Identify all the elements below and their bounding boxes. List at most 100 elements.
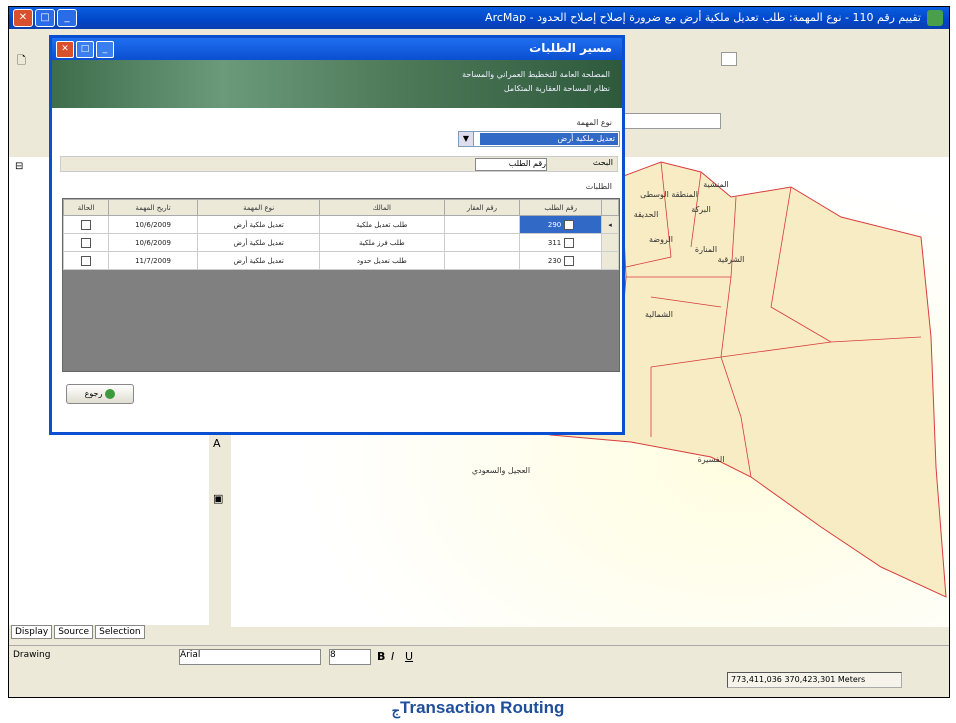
arcmap-window: ✕ □ _ تقييم رقم 110 - نوع المهمة: طلب تع…	[8, 6, 950, 698]
status-checkbox[interactable]	[80, 255, 91, 266]
search-label: البحث	[592, 158, 613, 167]
frame-icon[interactable]: ▣	[213, 492, 223, 505]
minimize-window-button[interactable]: _	[57, 9, 77, 27]
bold-button[interactable]: B	[377, 650, 385, 663]
cell-status[interactable]	[63, 233, 109, 252]
status-checkbox[interactable]	[80, 219, 91, 230]
cell-status[interactable]	[63, 251, 109, 270]
request-number: 230	[547, 256, 562, 265]
row-checkbox[interactable]	[563, 237, 574, 248]
column-header[interactable]: رقم العقار	[443, 199, 521, 216]
map-label: المنشية	[703, 180, 729, 189]
tab-source[interactable]: Source	[54, 625, 94, 639]
font-size-dropdown[interactable]: 8	[329, 649, 371, 665]
back-button-label: رجوع	[84, 389, 103, 398]
window-titlebar: ✕ □ _ تقييم رقم 110 - نوع المهمة: طلب تع…	[9, 7, 949, 29]
row-checkbox[interactable]	[563, 255, 574, 266]
column-header[interactable]: رقم الطلب	[519, 199, 602, 216]
caption-text: Transaction Routing	[400, 698, 565, 717]
drawing-menu[interactable]: Drawing	[13, 650, 50, 660]
back-arrow-icon	[105, 388, 116, 399]
tab-selection[interactable]: Selection	[95, 625, 145, 639]
map-label: المنارة	[695, 245, 717, 254]
dialog-controls: ✕ □ _	[56, 41, 114, 58]
cell-date[interactable]: 10/6/2009	[107, 215, 199, 234]
toc-tabs: Display Source Selection	[9, 625, 209, 643]
cell-request-number[interactable]: 290	[519, 215, 602, 234]
banner-line-1: المصلحة العامة للتخطيط العمراني والمساحة	[462, 70, 610, 79]
row-header-cell	[601, 199, 619, 216]
requests-grid: رقم الطلب رقم العقار المالك نوع المهمة ت…	[62, 198, 620, 372]
cell-task-type[interactable]: تعديل ملكية أرض	[197, 251, 321, 270]
cell-property-number[interactable]	[443, 233, 521, 252]
drawing-toolbar: Drawing Arial 8 B I U	[9, 645, 949, 668]
search-bar: البحث رقم الطلب	[60, 156, 618, 172]
search-input[interactable]: رقم الطلب	[475, 158, 547, 171]
cell-property-number[interactable]	[443, 215, 521, 234]
map-label: البركة	[691, 205, 711, 214]
task-type-value: تعديل ملكية أرض	[480, 133, 618, 145]
status-checkbox[interactable]	[80, 237, 91, 248]
cell-task-type[interactable]: تعديل ملكية أرض	[197, 233, 321, 252]
tab-display[interactable]: Display	[11, 625, 53, 639]
column-header[interactable]: نوع المهمة	[197, 199, 321, 216]
column-header[interactable]: تاريخ المهمة	[107, 199, 199, 216]
cell-request-number[interactable]: 311	[519, 233, 602, 252]
cell-owner[interactable]: طلب تعديل حدود	[319, 251, 445, 270]
map-label: الشرقية	[718, 255, 745, 264]
window-title: تقييم رقم 110 - نوع المهمة: طلب تعديل مل…	[485, 11, 921, 24]
text-tool-icon[interactable]: A	[213, 437, 221, 450]
figure-caption: جTransaction Routing	[0, 698, 956, 719]
new-document-icon[interactable]: 🗋	[17, 52, 26, 71]
target-layer-dropdown[interactable]	[619, 113, 721, 129]
row-checkbox[interactable]	[563, 219, 574, 230]
chevron-down-icon[interactable]: ▼	[459, 132, 474, 146]
cell-request-number[interactable]: 230	[519, 251, 602, 270]
request-number: 290	[547, 220, 562, 229]
column-header[interactable]: الحالة	[63, 199, 109, 216]
table-row[interactable]: 311 طلب فرز ملكية تعديل ملكية أرض 10/6/2…	[63, 233, 619, 252]
requests-table: رقم الطلب رقم العقار المالك نوع المهمة ت…	[63, 199, 619, 270]
table-row[interactable]: ◂ 290 طلب تعديل ملكية تعديل ملكية أرض 10…	[63, 215, 619, 234]
cell-date[interactable]: 11/7/2009	[107, 251, 199, 270]
row-selector[interactable]	[601, 251, 619, 270]
task-type-dropdown[interactable]: ▼ تعديل ملكية أرض	[458, 131, 620, 147]
banner-line-2: نظام المساحة العقارية المتكامل	[503, 84, 610, 93]
dialog-close-button[interactable]: ✕	[56, 41, 74, 58]
map-label: الفسيرة	[698, 455, 725, 464]
map-label: الشمالية	[645, 310, 673, 319]
request-number: 311	[547, 238, 562, 247]
cell-status[interactable]	[63, 215, 109, 234]
dialog-titlebar: ✕ □ _ مسير الطلبات	[52, 38, 622, 60]
cell-owner[interactable]: طلب تعديل ملكية	[319, 215, 445, 234]
map-label: الروضة	[649, 235, 673, 244]
request-routing-dialog: ✕ □ _ مسير الطلبات المصلحة العامة للتخطي…	[49, 35, 625, 435]
row-selector[interactable]	[601, 233, 619, 252]
map-label: الحديقة	[634, 210, 659, 219]
coordinate-readout: 773,411,036 370,423,301 Meters	[727, 672, 902, 688]
scale-dropdown[interactable]	[721, 52, 737, 66]
app-icon	[927, 10, 943, 26]
dialog-maximize-button[interactable]: □	[76, 41, 94, 58]
cell-property-number[interactable]	[443, 251, 521, 270]
map-label: المنطقة الوسطى	[640, 190, 698, 199]
dialog-banner: المصلحة العامة للتخطيط العمراني والمساحة…	[52, 60, 622, 108]
map-label: العجيل والسعودي	[472, 466, 530, 475]
table-row[interactable]: 230 طلب تعديل حدود تعديل ملكية أرض 11/7/…	[63, 251, 619, 270]
maximize-window-button[interactable]: □	[35, 9, 55, 27]
dialog-minimize-button[interactable]: _	[96, 41, 114, 58]
cell-owner[interactable]: طلب فرز ملكية	[319, 233, 445, 252]
cell-date[interactable]: 10/6/2009	[107, 233, 199, 252]
table-header: رقم الطلب رقم العقار المالك نوع المهمة ت…	[63, 199, 619, 216]
row-selector[interactable]: ◂	[601, 215, 619, 234]
font-name-dropdown[interactable]: Arial	[179, 649, 321, 665]
window-controls: ✕ □ _	[13, 9, 77, 27]
cell-task-type[interactable]: تعديل ملكية أرض	[197, 215, 321, 234]
underline-button[interactable]: U	[405, 650, 413, 663]
close-window-button[interactable]: ✕	[13, 9, 33, 27]
back-button[interactable]: رجوع	[66, 384, 134, 404]
italic-button[interactable]: I	[391, 650, 394, 663]
column-header[interactable]: المالك	[319, 199, 445, 216]
layers-icon[interactable]: ⊟	[15, 161, 23, 172]
task-type-label: نوع المهمة	[576, 118, 612, 127]
